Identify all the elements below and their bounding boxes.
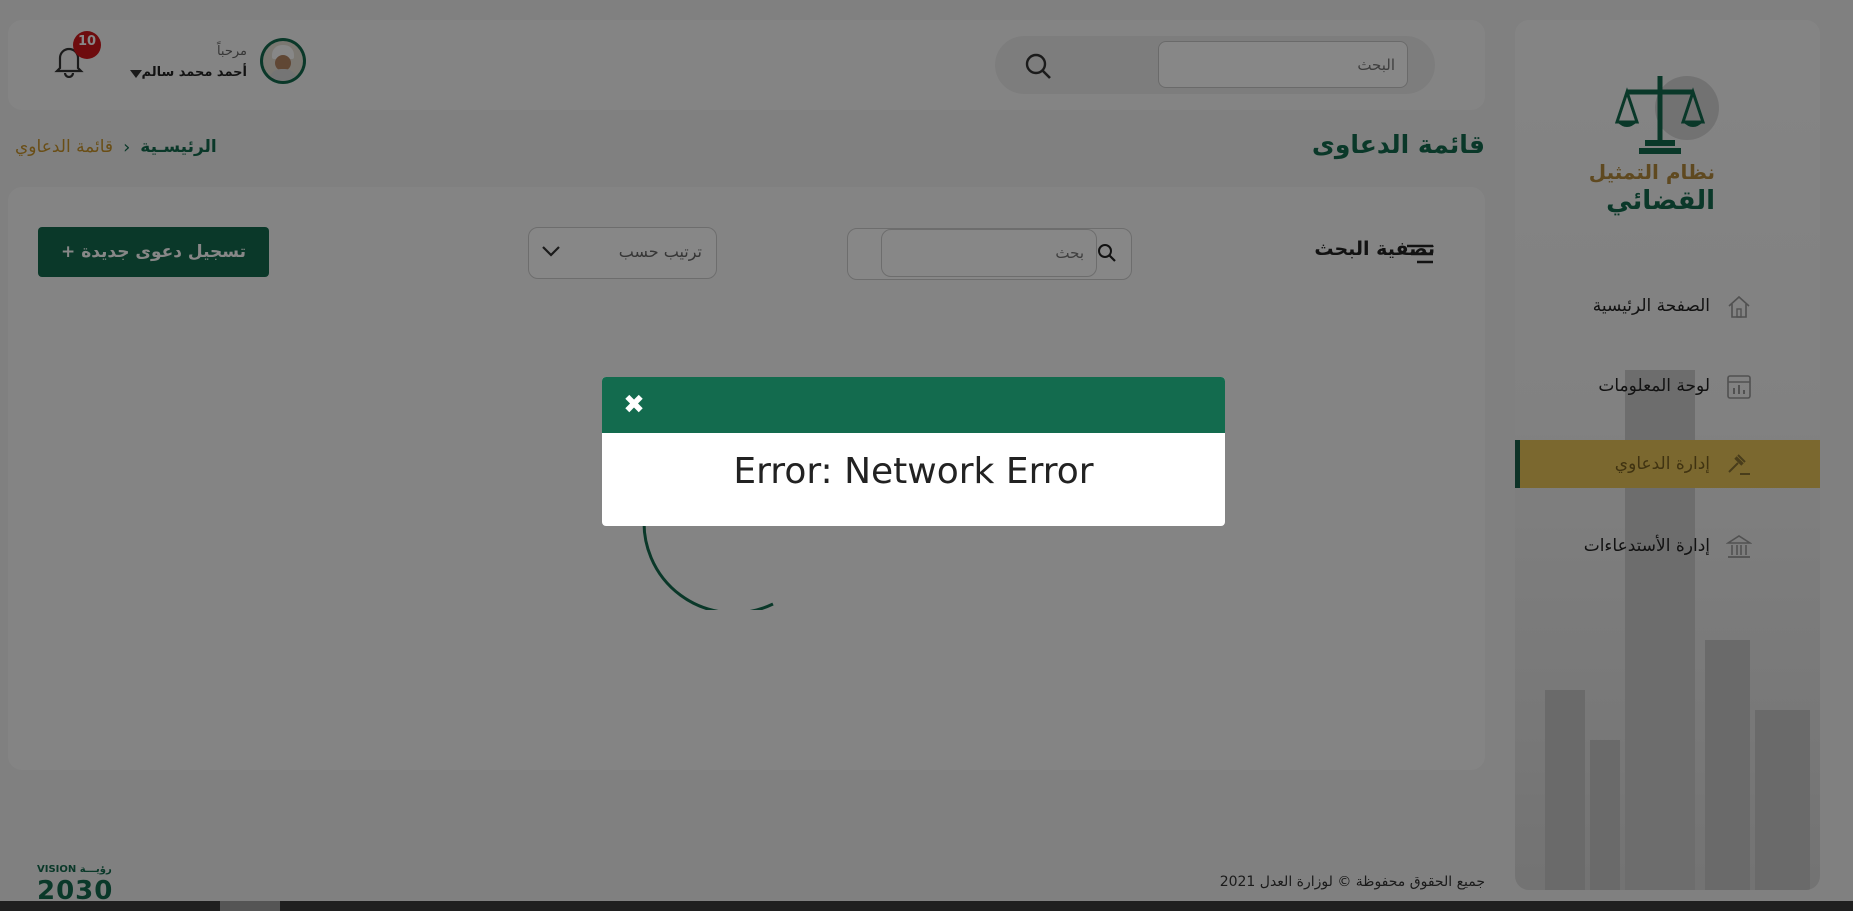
error-modal: ✖ Error: Network Error [602,377,1225,526]
os-taskbar [0,901,1853,911]
taskbar-active-app[interactable] [220,901,280,911]
error-message: Error: Network Error [733,451,1094,492]
close-icon[interactable]: ✖ [620,391,648,419]
modal-header: ✖ [602,377,1225,433]
